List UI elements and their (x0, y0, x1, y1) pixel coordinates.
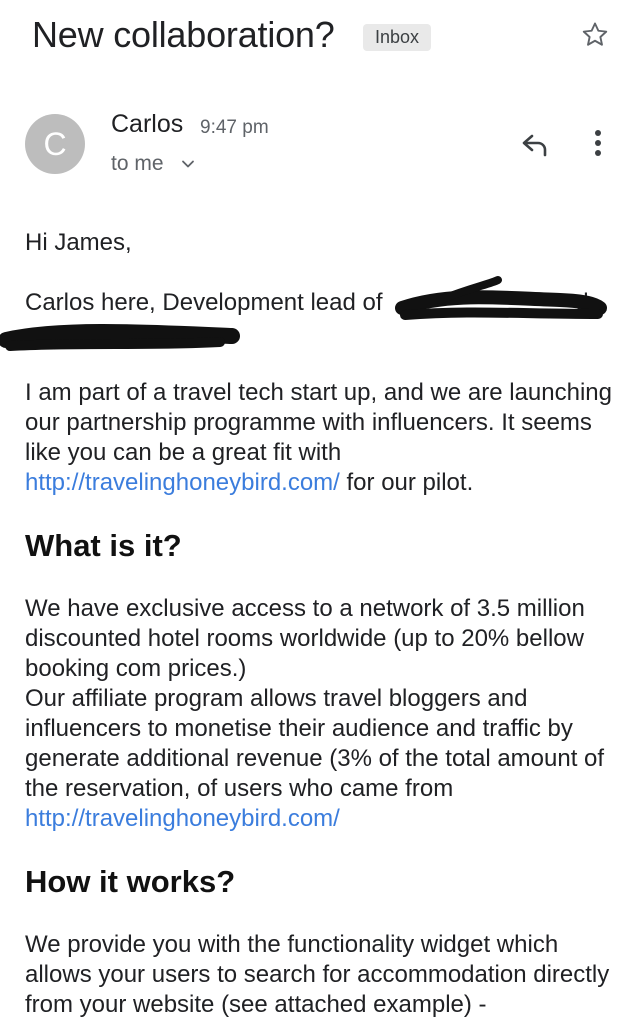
sender-name[interactable]: Carlos (111, 110, 183, 139)
intro-line: Carlos here, Development lead of d (25, 288, 615, 318)
star-outline-icon[interactable] (580, 20, 610, 50)
reply-icon[interactable] (518, 128, 552, 162)
paragraph-affiliate: Our affiliate program allows travel blog… (25, 684, 615, 834)
website-link-2[interactable]: http://travelinghoneybird.com/ (25, 805, 340, 832)
paragraph-intro: I am part of a travel tech start up, and… (25, 378, 615, 498)
sender-avatar[interactable]: C (25, 114, 85, 174)
paragraph-widget: We provide you with the functionality wi… (25, 931, 610, 1018)
intro-text: Carlos here, Development lead of (25, 289, 383, 316)
paragraph-network: We have exclusive access to a network of… (25, 595, 585, 682)
website-link[interactable]: http://travelinghoneybird.com/ (25, 469, 340, 496)
sent-time: 9:47 pm (200, 117, 269, 138)
more-vert-icon[interactable] (586, 127, 610, 161)
recipient-details-toggle[interactable]: to me (111, 152, 164, 176)
paragraph-intro-text: I am part of a travel tech start up, and… (25, 379, 612, 466)
chevron-down-icon[interactable] (180, 156, 196, 172)
paragraph-intro-end: for our pilot. (346, 469, 474, 496)
paragraph-affiliate-text: Our affiliate program allows travel blog… (25, 685, 605, 802)
intro-tail: d (575, 289, 589, 316)
greeting: Hi James, (25, 229, 132, 256)
heading-what-is-it: What is it? (25, 528, 182, 563)
email-body: Hi James, Carlos here, Development lead … (25, 228, 615, 1020)
heading-how-it-works: How it works? (25, 864, 236, 899)
email-subject: New collaboration? (32, 14, 335, 55)
inbox-label-chip[interactable]: Inbox (363, 24, 432, 51)
